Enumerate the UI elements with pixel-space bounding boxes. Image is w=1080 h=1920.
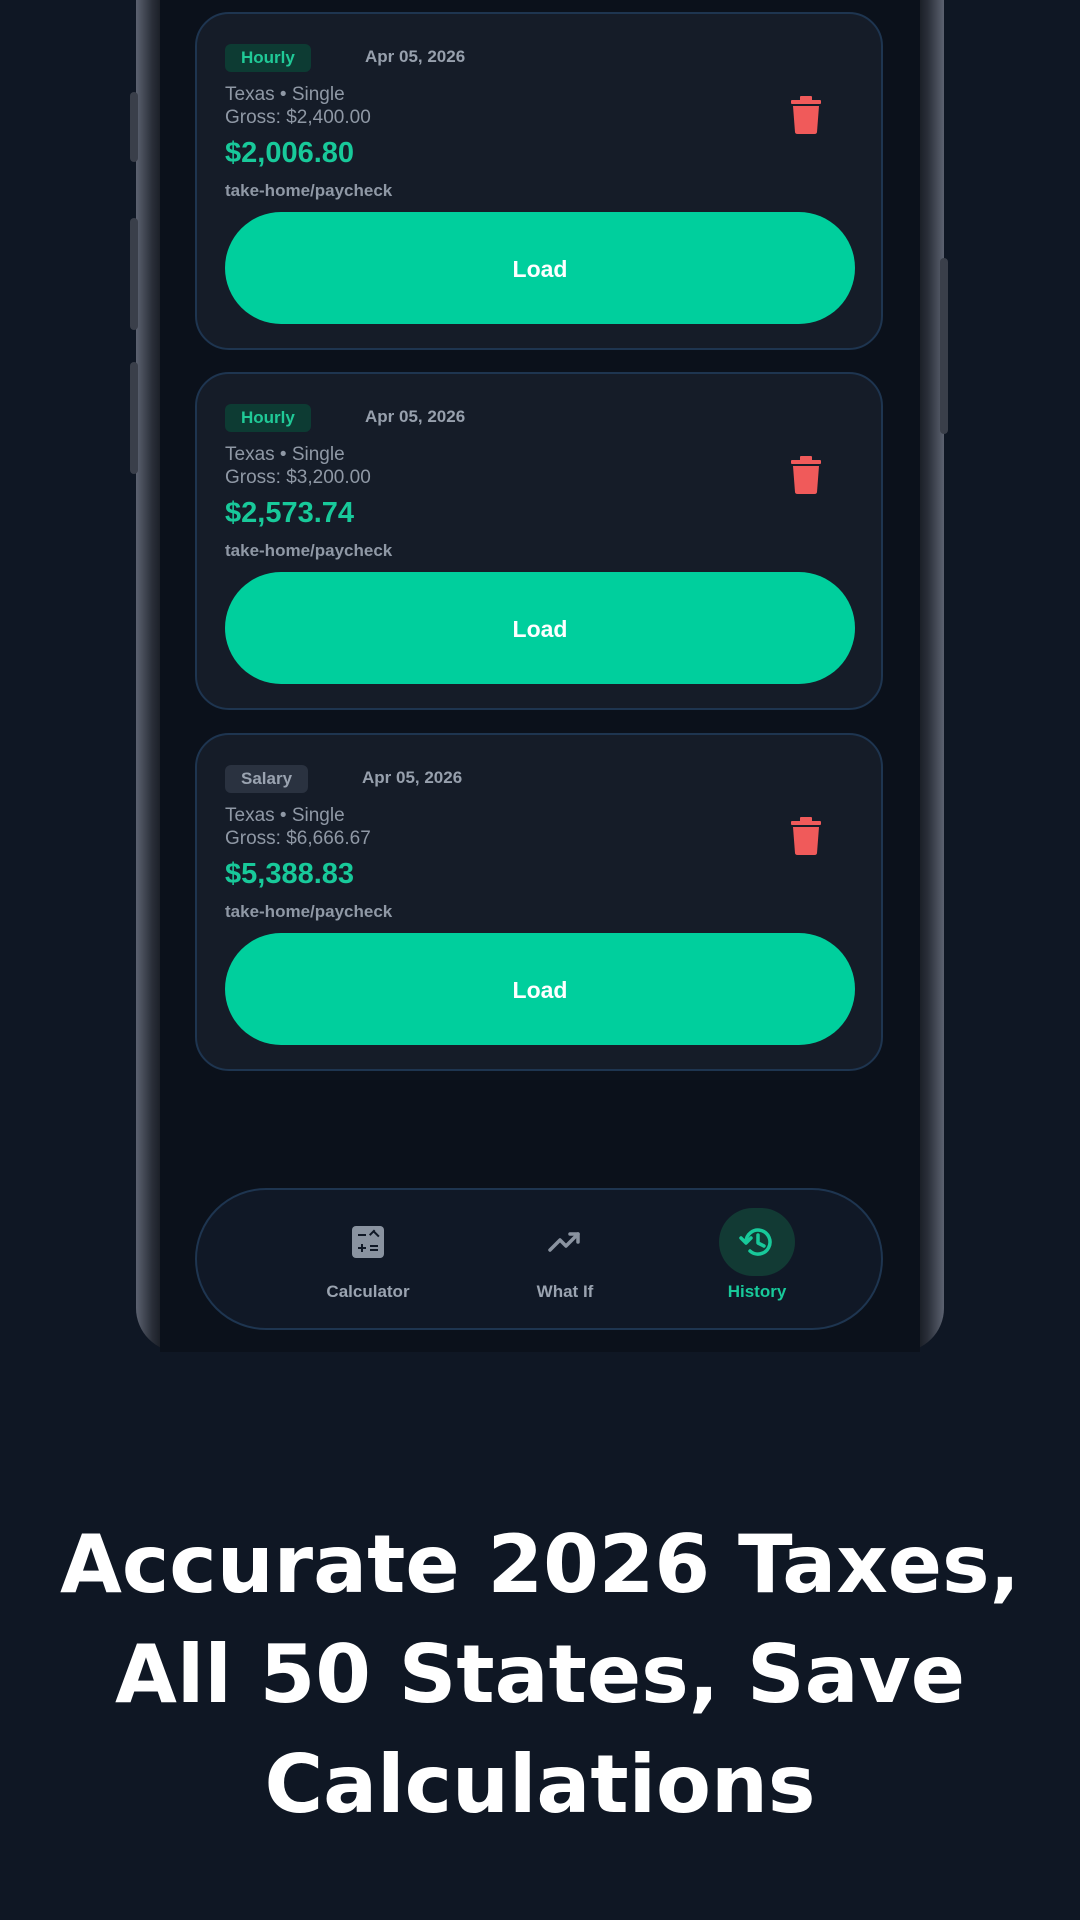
bottom-navigation: Calculator What If History [195, 1188, 883, 1330]
state-filing-status: Texas • Single [225, 444, 345, 465]
caption-line: Calculations [264, 1738, 816, 1831]
phone-power-button [940, 258, 948, 434]
gross-pay: Gross: $3,200.00 [225, 467, 371, 488]
history-card: Salary Apr 05, 2026 Texas • Single Gross… [195, 733, 883, 1071]
nav-item-what-if[interactable]: What If [485, 1190, 645, 1332]
load-button[interactable]: Load [225, 212, 855, 324]
take-home-label: take-home/paycheck [225, 541, 393, 560]
calculation-date: Apr 05, 2026 [365, 47, 466, 66]
gross-pay: Gross: $2,400.00 [225, 107, 371, 128]
calculation-date: Apr 05, 2026 [362, 768, 463, 787]
take-home-label: take-home/paycheck [225, 181, 393, 200]
caption-line: Accurate 2026 Taxes, [59, 1518, 1021, 1611]
history-card: Hourly Apr 05, 2026 Texas • Single Gross… [195, 12, 883, 350]
nav-item-history[interactable]: History [677, 1190, 837, 1332]
calculator-icon [330, 1208, 406, 1276]
nav-item-calculator[interactable]: Calculator [288, 1190, 448, 1332]
phone-side-button [130, 218, 138, 330]
phone-side-button [130, 362, 138, 474]
delete-icon[interactable] [791, 817, 821, 855]
pay-type-badge: Salary [225, 765, 309, 793]
marketing-caption: Accurate 2026 Taxes, All 50 States, Save… [0, 1510, 1080, 1840]
pay-type-badge: Hourly [225, 404, 311, 432]
history-icon [719, 1208, 795, 1276]
delete-icon[interactable] [791, 456, 821, 494]
load-button[interactable]: Load [225, 933, 855, 1045]
take-home-amount: $2,573.74 [225, 497, 355, 529]
nav-label: History [727, 1282, 787, 1301]
phone-side-button [130, 92, 138, 162]
nav-label: Calculator [326, 1282, 410, 1301]
delete-icon[interactable] [791, 96, 821, 134]
state-filing-status: Texas • Single [225, 805, 345, 826]
trending-up-icon [527, 1208, 603, 1276]
app-screen: Hourly Apr 05, 2026 Texas • Single Gross… [160, 0, 920, 1352]
load-button[interactable]: Load [225, 572, 855, 684]
calculation-date: Apr 05, 2026 [365, 407, 466, 426]
take-home-amount: $5,388.83 [225, 858, 355, 890]
gross-pay: Gross: $6,666.67 [225, 828, 371, 849]
take-home-amount: $2,006.80 [225, 137, 355, 169]
nav-label: What If [536, 1282, 594, 1301]
take-home-label: take-home/paycheck [225, 902, 393, 921]
state-filing-status: Texas • Single [225, 84, 345, 105]
history-card: Hourly Apr 05, 2026 Texas • Single Gross… [195, 372, 883, 710]
caption-line: All 50 States, Save [115, 1628, 965, 1721]
pay-type-badge: Hourly [225, 44, 311, 72]
